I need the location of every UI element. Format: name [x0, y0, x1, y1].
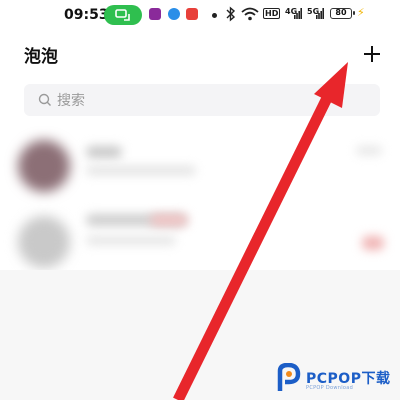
red-app-icon	[186, 8, 198, 20]
search-input[interactable]: 搜索	[24, 84, 380, 116]
watermark-subtext: PCPOP Download	[306, 385, 354, 391]
pcpop-logo-icon	[277, 363, 301, 391]
app-icon	[149, 8, 161, 20]
list-item[interactable]	[0, 130, 400, 200]
wifi-icon	[241, 7, 259, 21]
watermark: PCPOP下载 PCPOP Download	[276, 361, 390, 395]
signal-bars-icon	[294, 8, 302, 19]
list-item[interactable]	[0, 206, 400, 276]
hd-icon: HD	[263, 8, 281, 19]
notification-dot-icon	[212, 13, 217, 18]
bluetooth-icon	[226, 6, 235, 22]
blurred-time	[356, 146, 382, 155]
status-bar: 09:53 HD 4G 5G 80 ⚡	[0, 0, 400, 32]
status-time: 09:53	[64, 7, 109, 23]
plus-icon	[364, 46, 380, 62]
blurred-badge	[362, 236, 384, 250]
add-button[interactable]	[360, 42, 384, 66]
blurred-tag	[150, 214, 188, 226]
screen-mirror-icon[interactable]	[104, 5, 142, 25]
blurred-message	[86, 236, 176, 245]
avatar	[18, 140, 70, 192]
battery-icon: 80	[330, 8, 355, 19]
blurred-message	[86, 166, 196, 175]
page-title: 泡泡	[24, 47, 58, 67]
charging-icon: ⚡	[357, 6, 365, 19]
browser-icon	[168, 8, 180, 20]
search-icon	[38, 93, 51, 106]
blurred-name	[86, 146, 122, 158]
avatar	[18, 216, 70, 268]
conversation-list	[0, 124, 400, 284]
search-placeholder: 搜索	[57, 93, 85, 109]
signal-bars-icon	[316, 8, 324, 19]
